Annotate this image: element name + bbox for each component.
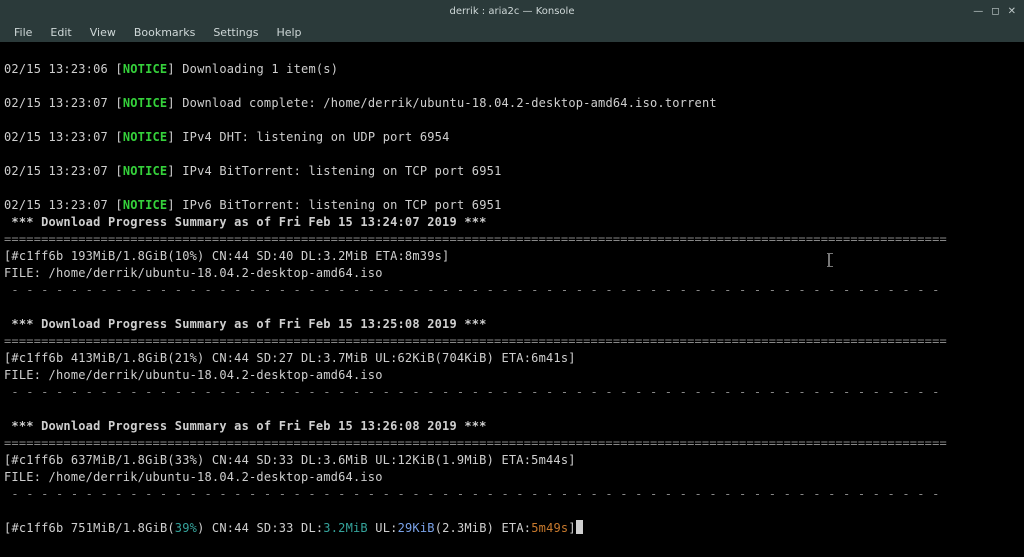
log-line: 02/15 13:23:06 [NOTICE] Downloading 1 it…: [4, 62, 338, 76]
menu-bookmarks[interactable]: Bookmarks: [126, 24, 203, 41]
menu-view[interactable]: View: [82, 24, 124, 41]
detail-line: FILE: /home/derrik/ubuntu-18.04.2-deskto…: [4, 470, 383, 484]
close-icon[interactable]: ✕: [1008, 6, 1016, 17]
menu-edit[interactable]: Edit: [42, 24, 79, 41]
menu-file[interactable]: File: [6, 24, 40, 41]
minimize-icon[interactable]: —: [973, 6, 983, 17]
detail-line: FILE: /home/derrik/ubuntu-18.04.2-deskto…: [4, 368, 383, 382]
menubar: File Edit View Bookmarks Settings Help: [0, 22, 1024, 42]
log-line: 02/15 13:23:07 [NOTICE] IPv4 DHT: listen…: [4, 130, 450, 144]
divider-line: ========================================…: [4, 334, 947, 348]
detail-line: [#c1ff6b 413MiB/1.8GiB(21%) CN:44 SD:27 …: [4, 351, 576, 365]
menu-help[interactable]: Help: [268, 24, 309, 41]
divider-line: - - - - - - - - - - - - - - - - - - - - …: [4, 385, 940, 399]
detail-line: [#c1ff6b 637MiB/1.8GiB(33%) CN:44 SD:33 …: [4, 453, 576, 467]
summary-line: *** Download Progress Summary as of Fri …: [4, 215, 494, 229]
log-line: 02/15 13:23:07 [NOTICE] IPv6 BitTorrent:…: [4, 198, 502, 212]
live-progress-line: [#c1ff6b 751MiB/1.8GiB(39%) CN:44 SD:33 …: [4, 521, 583, 535]
summary-line: *** Download Progress Summary as of Fri …: [4, 317, 494, 331]
log-line: 02/15 13:23:07 [NOTICE] Download complet…: [4, 96, 717, 110]
divider-line: ========================================…: [4, 436, 947, 450]
log-line: 02/15 13:23:07 [NOTICE] IPv4 BitTorrent:…: [4, 164, 502, 178]
detail-line: [#c1ff6b 193MiB/1.8GiB(10%) CN:44 SD:40 …: [4, 249, 449, 263]
detail-line: FILE: /home/derrik/ubuntu-18.04.2-deskto…: [4, 266, 383, 280]
summary-line: *** Download Progress Summary as of Fri …: [4, 419, 494, 433]
menu-settings[interactable]: Settings: [205, 24, 266, 41]
window-controls: — ◻ ✕: [973, 6, 1024, 17]
divider-line: ========================================…: [4, 232, 947, 246]
terminal-output[interactable]: 02/15 13:23:06 [NOTICE] Downloading 1 it…: [0, 42, 1024, 557]
maximize-icon[interactable]: ◻: [991, 6, 999, 17]
window-title: derrik : aria2c — Konsole: [0, 6, 1024, 17]
divider-line: - - - - - - - - - - - - - - - - - - - - …: [4, 487, 940, 501]
titlebar: derrik : aria2c — Konsole — ◻ ✕: [0, 0, 1024, 22]
cursor-icon: [576, 520, 583, 534]
text-cursor-icon: [828, 253, 830, 267]
divider-line: - - - - - - - - - - - - - - - - - - - - …: [4, 283, 940, 297]
